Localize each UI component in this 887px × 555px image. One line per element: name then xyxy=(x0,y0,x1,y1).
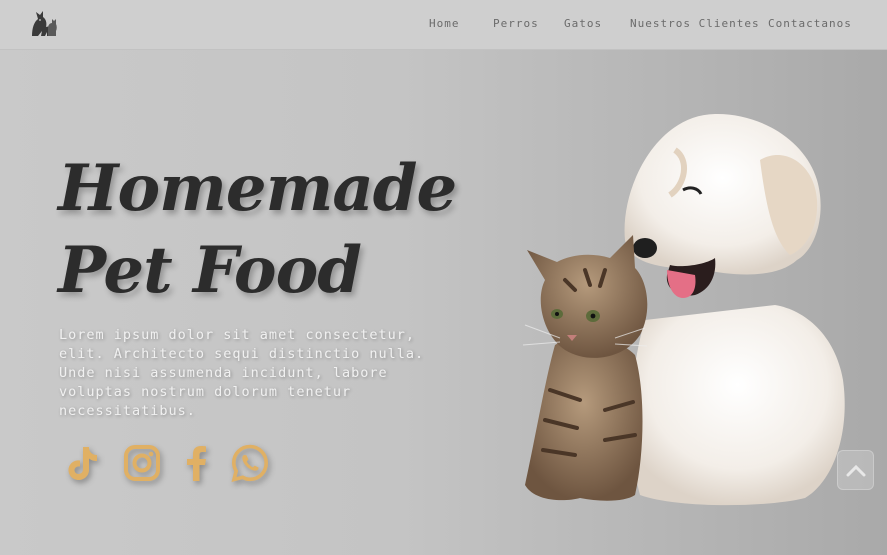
tiktok-icon[interactable] xyxy=(60,441,104,485)
hero-title-line-2: Pet Food xyxy=(58,233,362,308)
instagram-icon[interactable] xyxy=(120,441,164,485)
nav-link-contactanos[interactable]: Contactanos xyxy=(768,17,852,30)
navbar: Home Perros Gatos Nuestros Clientes Cont… xyxy=(0,0,887,50)
scroll-to-top-button[interactable] xyxy=(837,450,874,490)
nav-menu: Home Perros Gatos Nuestros Clientes Cont… xyxy=(0,17,887,33)
facebook-icon[interactable] xyxy=(175,441,219,485)
hero-title-line-1: Homemade xyxy=(58,151,457,226)
puppy-and-kitten-image xyxy=(505,110,865,510)
hero-description: Lorem ipsum dolor sit amet consectetur, … xyxy=(59,327,425,419)
nav-link-home[interactable]: Home xyxy=(429,17,460,30)
nav-link-nuestros-clientes[interactable]: Nuestros Clientes xyxy=(630,17,760,30)
hero-title: Homemade Pet Food xyxy=(58,148,457,312)
chevron-up-icon xyxy=(846,464,865,477)
nav-link-gatos[interactable]: Gatos xyxy=(564,17,602,30)
whatsapp-icon[interactable] xyxy=(228,441,272,485)
nav-link-perros[interactable]: Perros xyxy=(493,17,539,30)
social-links xyxy=(60,441,300,487)
